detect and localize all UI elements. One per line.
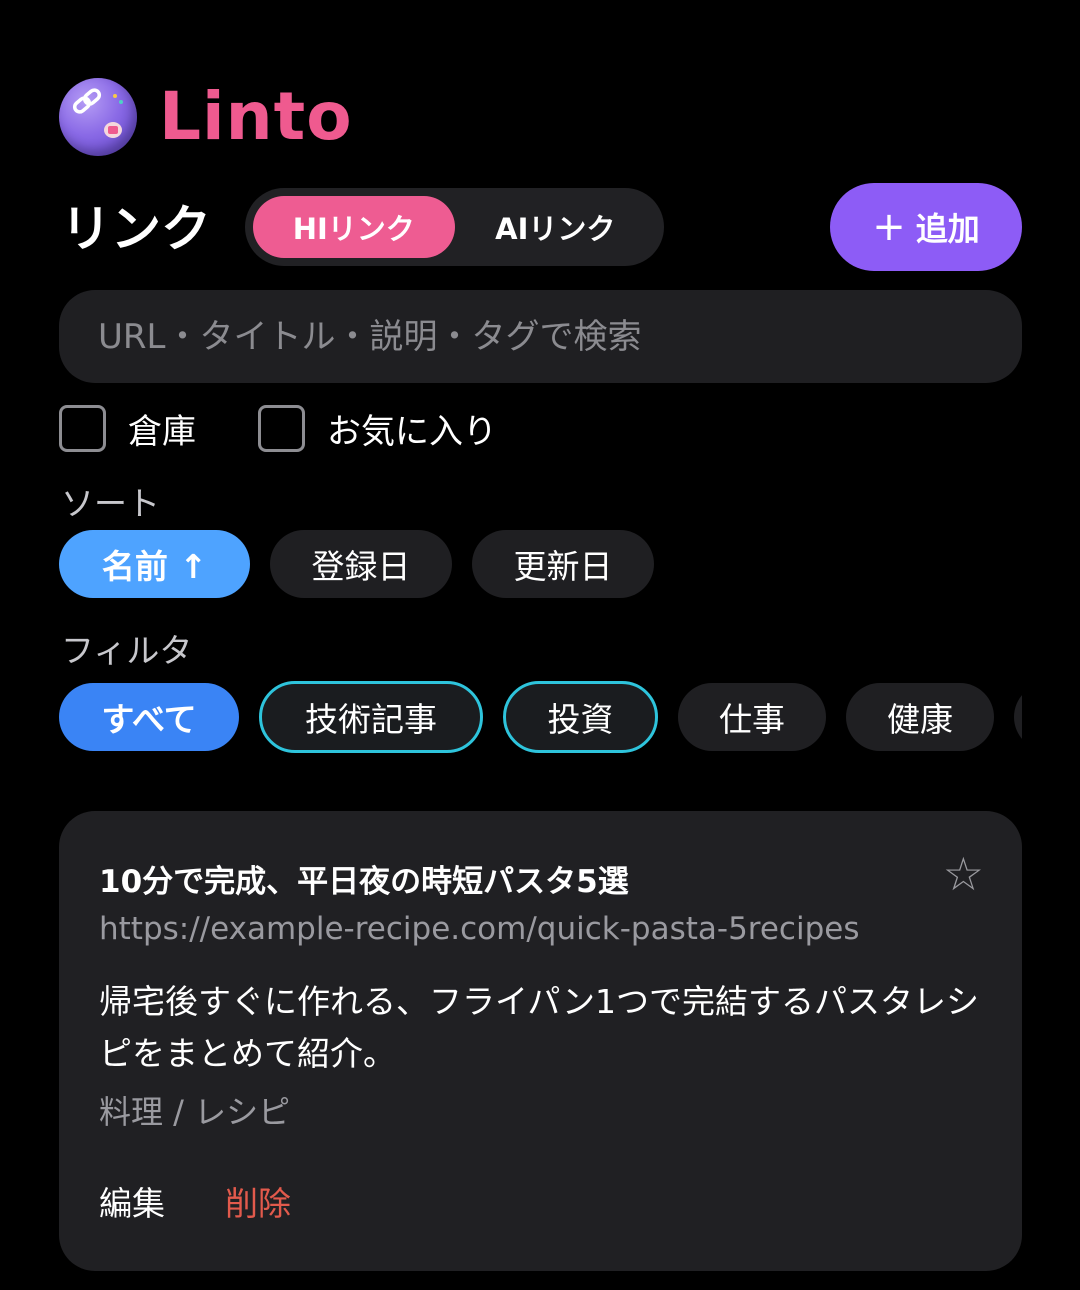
checkbox-archive[interactable]: 倉庫 — [59, 404, 196, 453]
checkbox-favorites[interactable]: お気に入り — [258, 404, 497, 453]
card-actions: 編集 削除 — [99, 1177, 291, 1225]
link-title[interactable]: 10分で完成、平日夜の時短パスタ5選 — [99, 856, 629, 901]
favorite-star-icon[interactable]: ☆ — [943, 851, 984, 897]
filter-scroller[interactable]: すべて 技術記事 投資 仕事 健康 — [59, 681, 1022, 753]
filter-option-invest[interactable]: 投資 — [503, 681, 658, 753]
filter-options: すべて 技術記事 投資 仕事 健康 — [59, 681, 1022, 753]
link-type-segmented-control: HIリンク AIリンク — [245, 188, 664, 266]
segment-hi-link[interactable]: HIリンク — [253, 196, 455, 258]
link-url[interactable]: https://example-recipe.com/quick-pasta-5… — [99, 911, 859, 947]
delete-button[interactable]: 削除 — [225, 1177, 291, 1225]
add-button[interactable]: + 追加 — [830, 183, 1022, 271]
search-input[interactable] — [98, 316, 978, 357]
add-button-label: 追加 — [915, 210, 980, 248]
sort-option-updated[interactable]: 更新日 — [472, 530, 654, 598]
filter-option-more[interactable] — [1014, 683, 1022, 751]
app-root: Linto リンク HIリンク AIリンク + 追加 倉庫 お気に入り ソート … — [0, 0, 1080, 1290]
filter-option-tech[interactable]: 技術記事 — [259, 681, 483, 753]
link-card[interactable]: 10分で完成、平日夜の時短パスタ5選 ☆ https://example-rec… — [59, 811, 1022, 1271]
checkbox-box[interactable] — [258, 404, 305, 452]
plus-icon: + — [872, 204, 906, 250]
linto-logo-icon — [59, 78, 137, 156]
checkbox-label: お気に入り — [327, 411, 497, 452]
sort-option-name[interactable]: 名前 ↑ — [59, 530, 250, 598]
edit-button[interactable]: 編集 — [99, 1177, 165, 1225]
checkbox-label: 倉庫 — [128, 411, 196, 452]
sort-option-registered[interactable]: 登録日 — [270, 530, 452, 598]
checkbox-box[interactable] — [59, 404, 106, 452]
link-tags: 料理 / レシピ — [99, 1093, 291, 1131]
checkbox-row: 倉庫 お気に入り — [59, 403, 559, 453]
page-title: リンク — [61, 200, 211, 258]
search-bar — [59, 290, 1022, 383]
link-description: 帰宅後すぐに作れる、フライパン1つで完結するパスタレシピをまとめて紹介。 — [99, 982, 979, 1073]
sort-options: 名前 ↑ 登録日 更新日 — [59, 530, 674, 598]
filter-option-work[interactable]: 仕事 — [678, 683, 826, 751]
brand-name: Linto — [159, 78, 353, 155]
segment-ai-link[interactable]: AIリンク — [455, 196, 657, 258]
sort-label: ソート — [61, 484, 160, 523]
filter-option-health[interactable]: 健康 — [846, 683, 994, 751]
filter-option-all[interactable]: すべて — [59, 683, 239, 751]
filter-label: フィルタ — [61, 631, 193, 670]
brand: Linto — [59, 77, 353, 157]
